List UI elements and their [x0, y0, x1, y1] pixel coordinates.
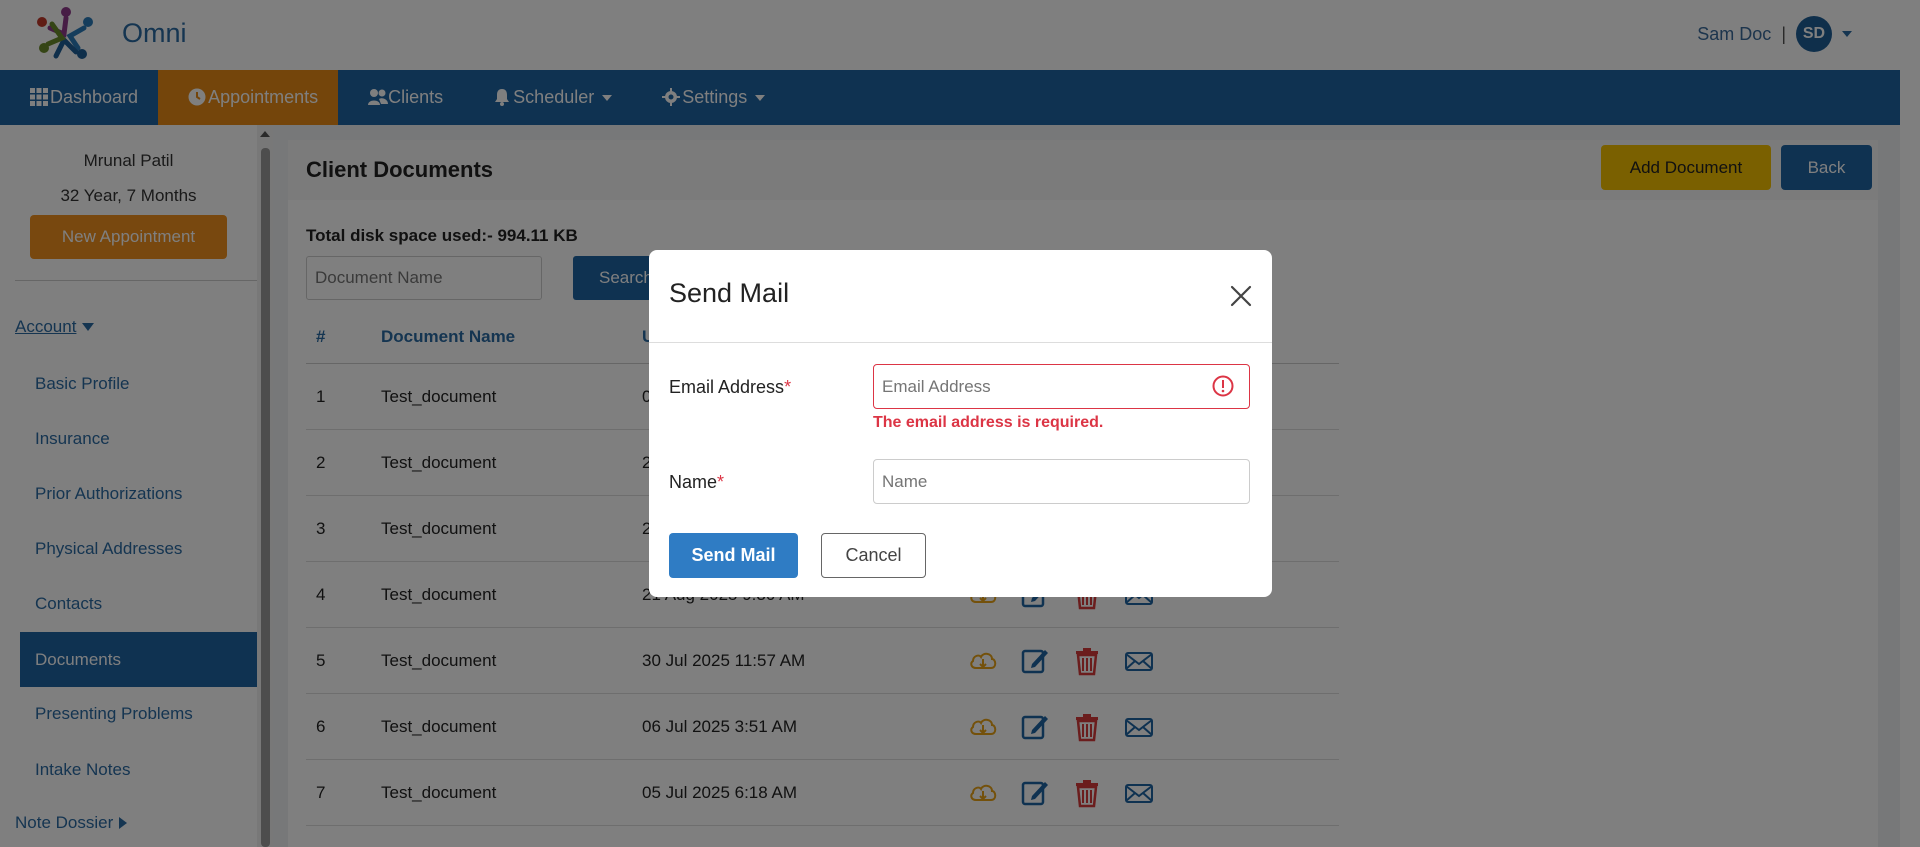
modal-divider	[649, 342, 1272, 343]
required-mark: *	[717, 472, 725, 492]
email-error-message: The email address is required.	[873, 414, 1104, 431]
error-icon	[1212, 375, 1234, 397]
modal-title: Send Mail	[669, 278, 790, 308]
name-label: Name*	[669, 472, 724, 493]
send-mail-modal: Send Mail Email Address* The email addre…	[649, 250, 1272, 597]
email-address-field[interactable]	[873, 364, 1250, 409]
email-address-label-text: Email Address	[669, 377, 785, 397]
name-label-text: Name	[669, 472, 718, 492]
required-mark: *	[784, 377, 792, 397]
close-icon[interactable]	[1229, 284, 1253, 308]
email-address-label: Email Address*	[669, 377, 791, 398]
send-mail-button[interactable]: Send Mail	[669, 533, 798, 578]
name-field[interactable]	[873, 459, 1250, 504]
cancel-button[interactable]: Cancel	[821, 533, 926, 578]
